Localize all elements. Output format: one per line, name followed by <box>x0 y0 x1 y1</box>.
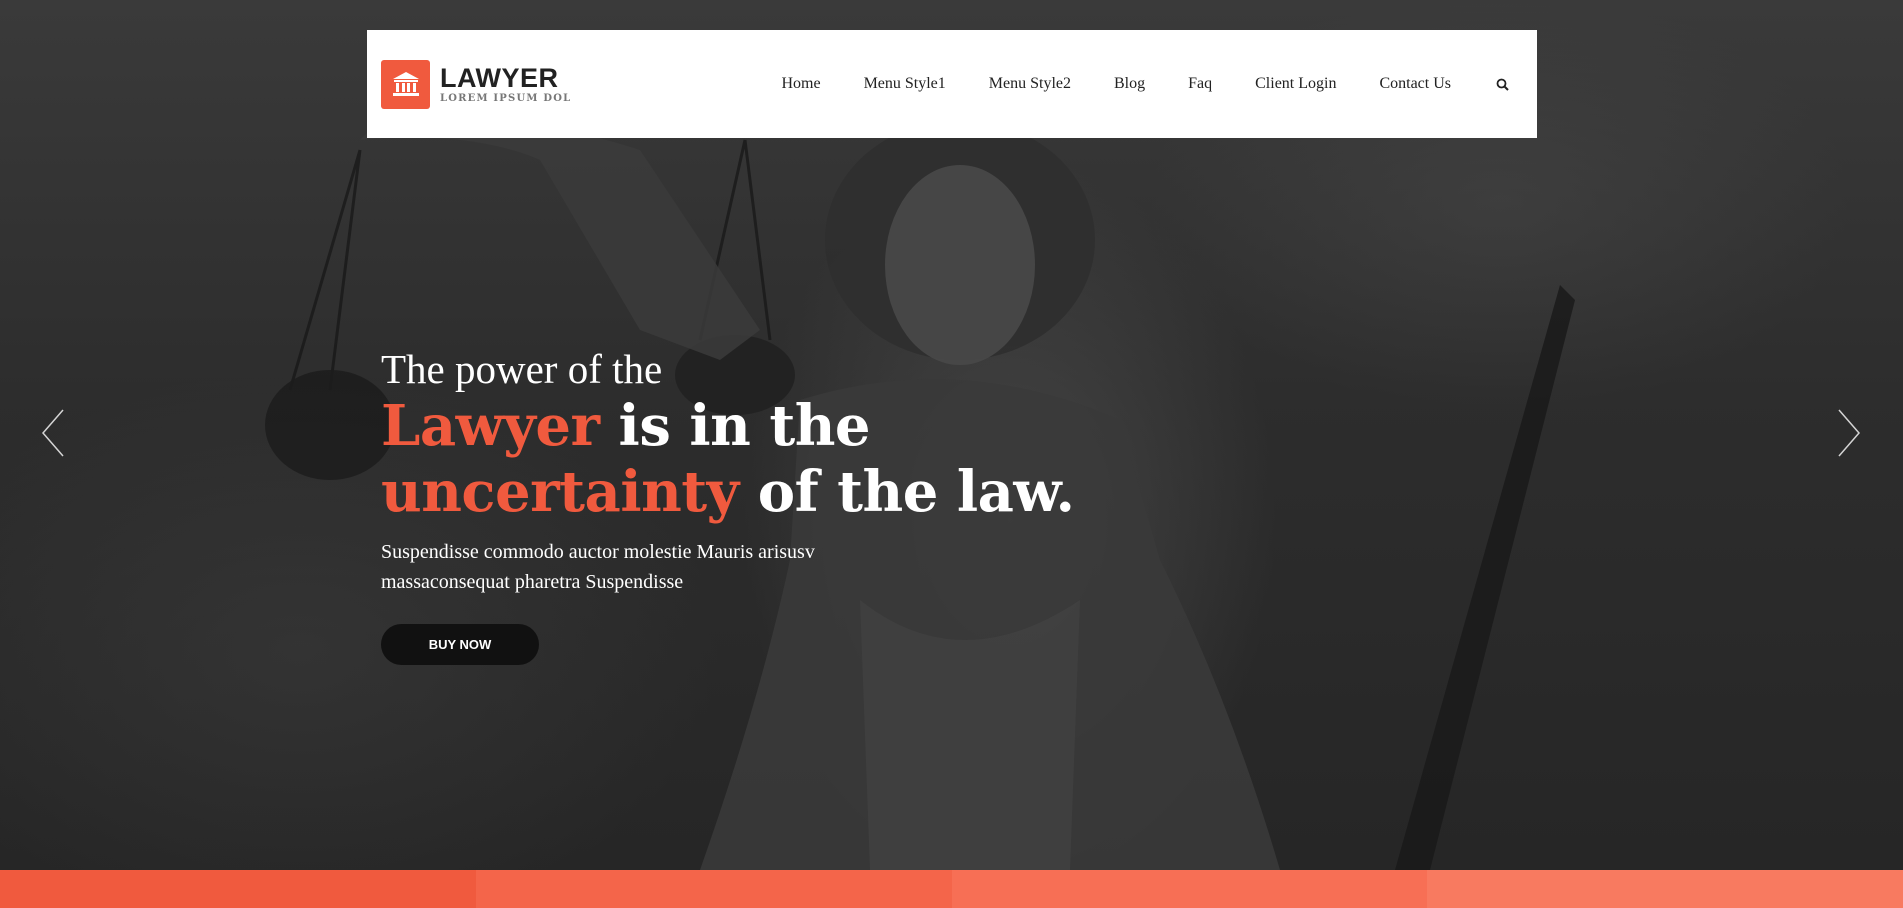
nav-faq[interactable]: Faq <box>1188 75 1212 93</box>
hero-description: Suspendisse commodo auctor molestie Maur… <box>381 537 901 597</box>
hero-line-2-rest: is in the <box>599 393 871 459</box>
hero-accent-lawyer: Lawyer <box>381 393 600 459</box>
nav-home[interactable]: Home <box>781 75 820 93</box>
hero-line-1: The power of the <box>381 346 663 392</box>
color-strip-3 <box>951 870 1428 908</box>
hero-accent-uncertainty: uncertainty <box>381 459 739 525</box>
logo-subtitle: LOREM IPSUM DOL <box>440 92 572 104</box>
color-strip-2 <box>475 870 952 908</box>
buy-now-button[interactable]: BUY NOW <box>381 624 539 665</box>
hero-caption: The power of the Lawyer is in the uncert… <box>381 345 1141 597</box>
bottom-color-strips <box>0 870 1903 908</box>
logo-text: LAWYER LOREM IPSUM DOL <box>440 62 572 104</box>
nav-menu-style1[interactable]: Menu Style1 <box>864 75 946 93</box>
logo[interactable]: LAWYER LOREM IPSUM DOL <box>381 59 571 109</box>
nav-menu-style2[interactable]: Menu Style2 <box>989 75 1071 93</box>
chevron-left-icon[interactable] <box>40 408 66 458</box>
hero-description-line-2: massaconsequat pharetra Suspendisse <box>381 571 684 593</box>
hero-description-line-1: Suspendisse commodo auctor molestie Maur… <box>381 541 815 563</box>
hero-line-3: uncertainty of the law. <box>381 459 1141 525</box>
main-nav: Home Menu Style1 Menu Style2 Blog Faq Cl… <box>738 30 1537 138</box>
nav-blog[interactable]: Blog <box>1114 75 1145 93</box>
nav-contact-us[interactable]: Contact Us <box>1379 75 1451 93</box>
site-header: LAWYER LOREM IPSUM DOL Home Menu Style1 … <box>367 30 1537 138</box>
logo-title: LAWYER <box>440 62 559 93</box>
chevron-right-icon[interactable] <box>1836 408 1862 458</box>
courthouse-icon <box>381 59 430 109</box>
color-strip-4 <box>1427 870 1903 908</box>
search-icon[interactable] <box>1495 77 1509 91</box>
color-strip-1 <box>0 870 476 908</box>
page: LAWYER LOREM IPSUM DOL Home Menu Style1 … <box>0 0 1903 908</box>
hero-line-2: Lawyer is in the <box>381 393 1141 459</box>
hero-line-3-rest: of the law. <box>738 459 1075 525</box>
nav-client-login[interactable]: Client Login <box>1255 75 1336 93</box>
